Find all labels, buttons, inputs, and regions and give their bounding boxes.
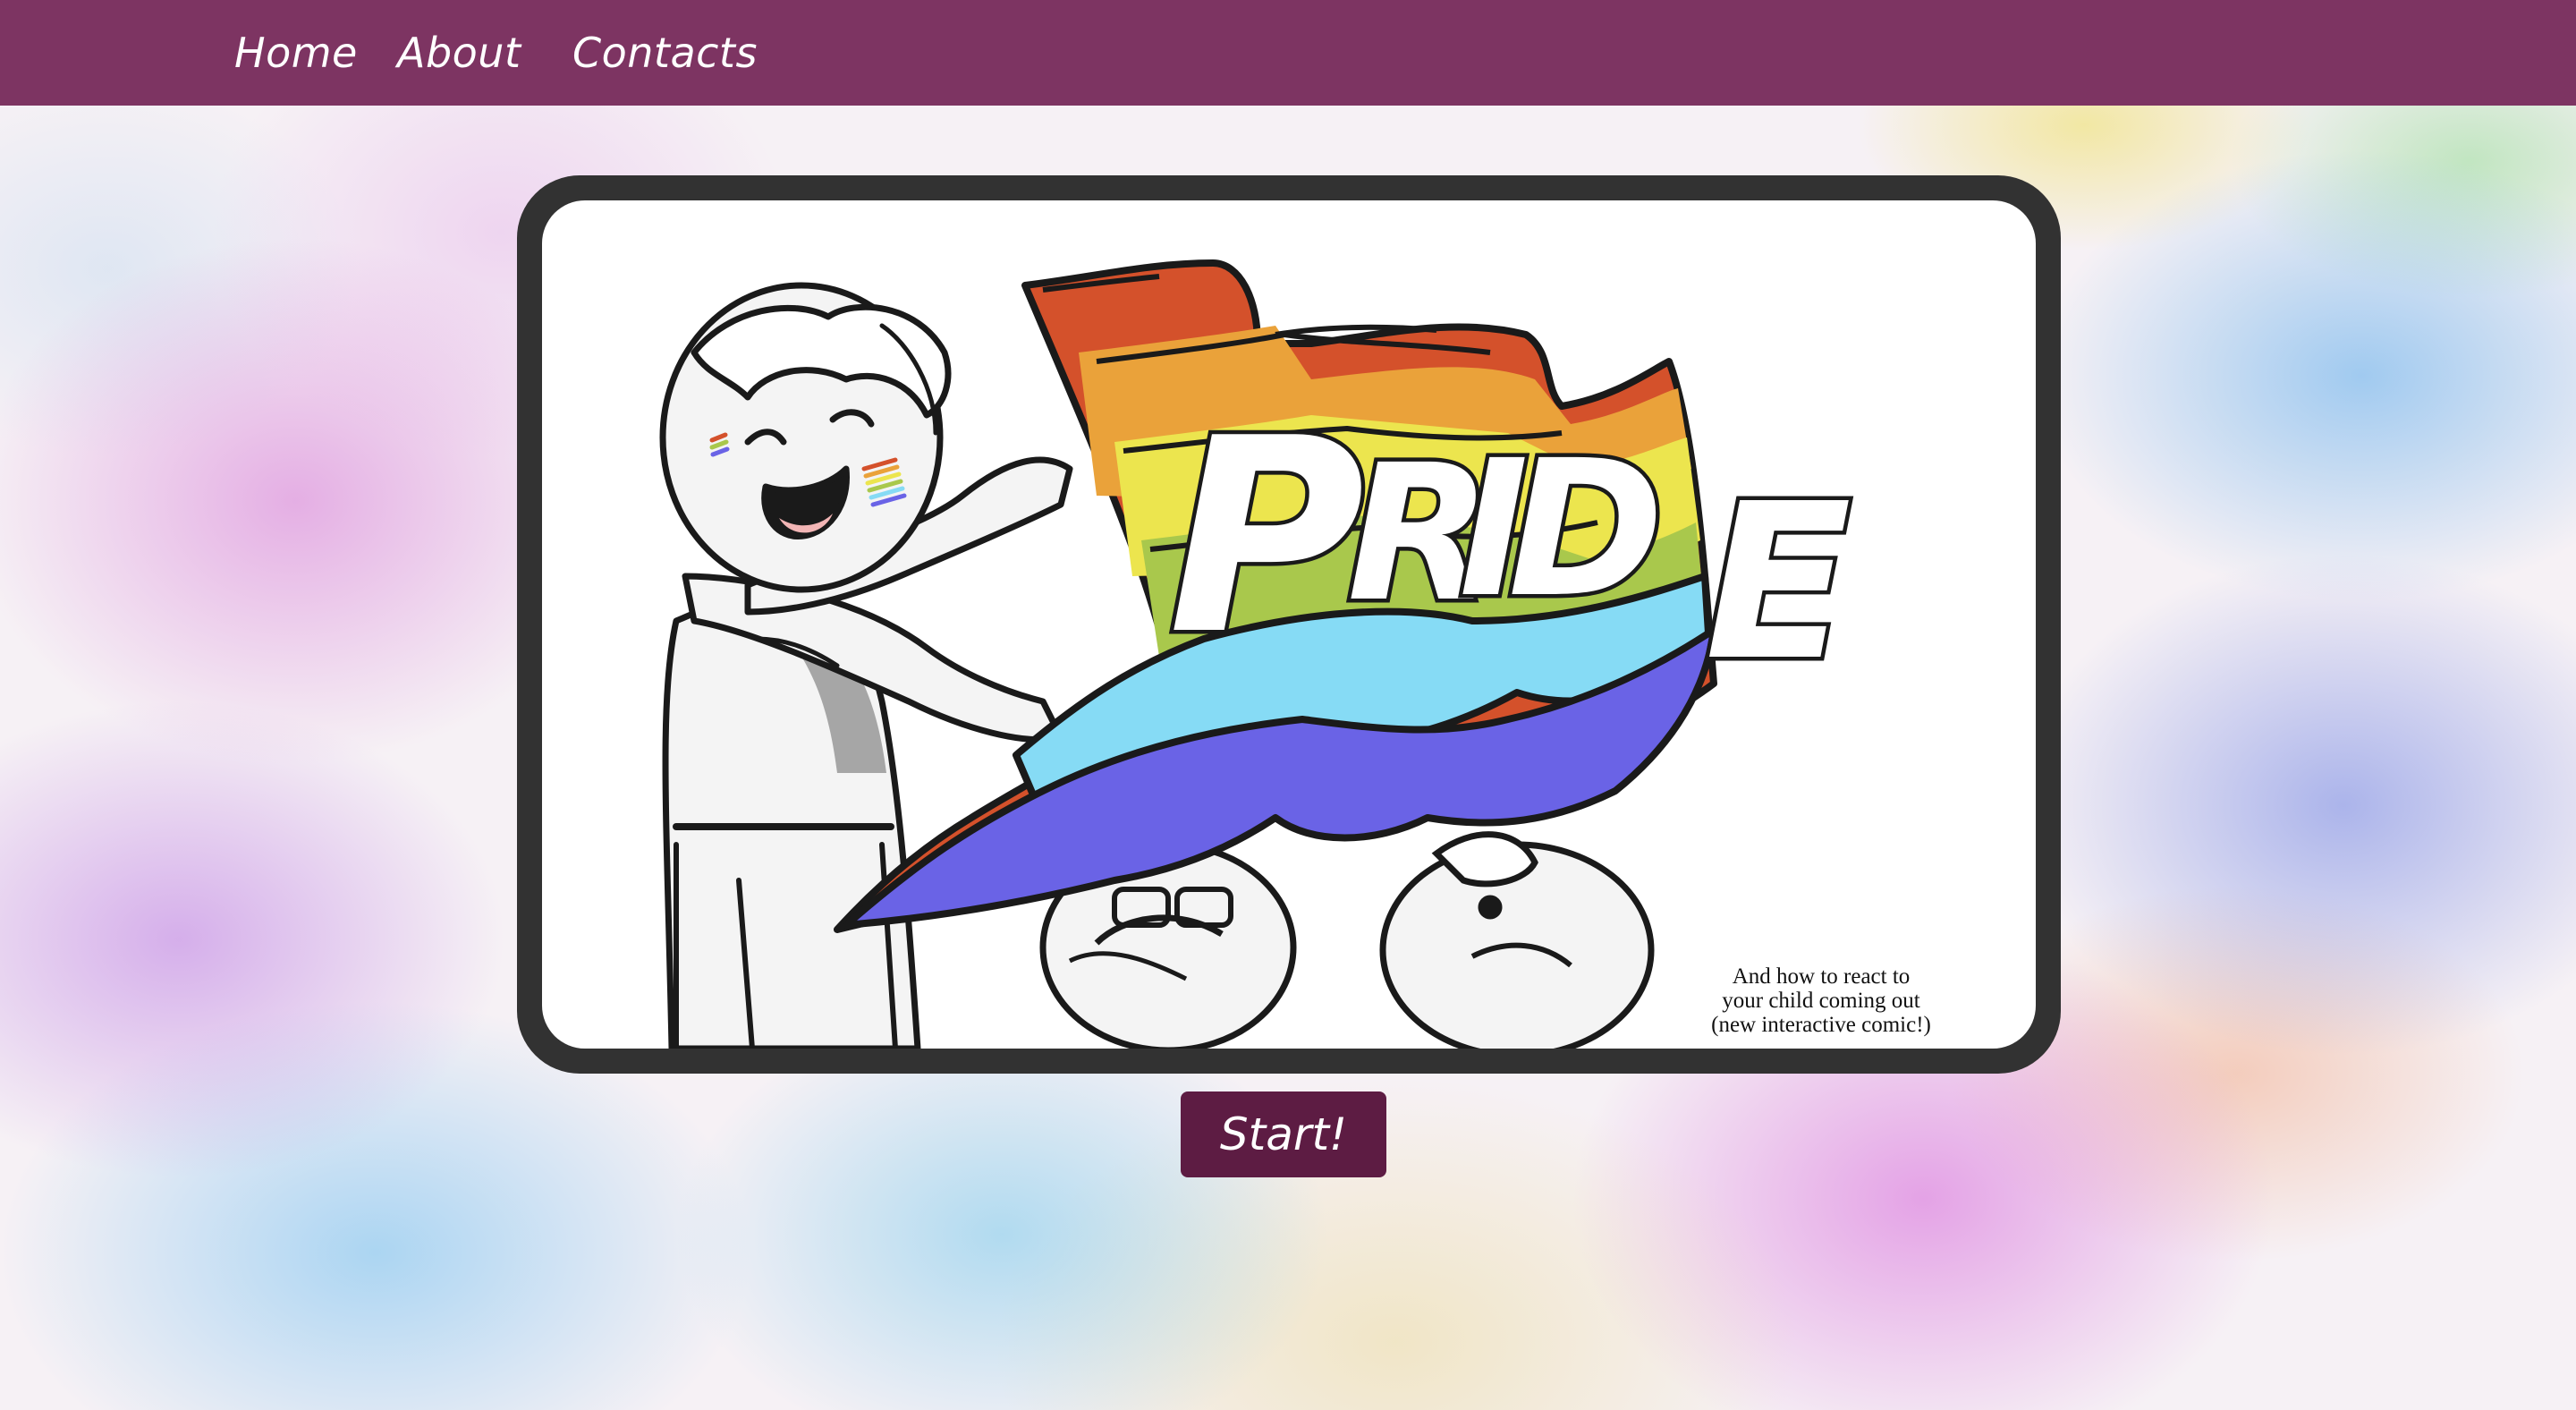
comic-subtitle: And how to react to your child coming ou… [1669, 964, 1973, 1037]
comic-cover-frame: P R I D E And how to react to your child… [517, 175, 2061, 1074]
svg-text:E: E [1705, 457, 1852, 708]
svg-text:P: P [1168, 381, 1365, 693]
character-illustration [659, 282, 1073, 1049]
start-button[interactable]: Start! [1181, 1091, 1386, 1177]
subtitle-line: And how to react to [1732, 964, 1911, 989]
nav-link-home[interactable]: Home [234, 21, 358, 84]
top-navbar: Home About Contacts [0, 0, 2576, 106]
subtitle-line: (new interactive comic!) [1711, 1013, 1931, 1037]
pride-comic-illustration: P R I D E [659, 259, 1855, 1049]
svg-text:D: D [1508, 420, 1664, 639]
nav-link-about[interactable]: About [397, 21, 521, 84]
comic-cover-panel: P R I D E And how to react to your child… [542, 200, 2036, 1049]
nav-link-contacts[interactable]: Contacts [572, 21, 758, 84]
subtitle-line: your child coming out [1722, 989, 1920, 1013]
